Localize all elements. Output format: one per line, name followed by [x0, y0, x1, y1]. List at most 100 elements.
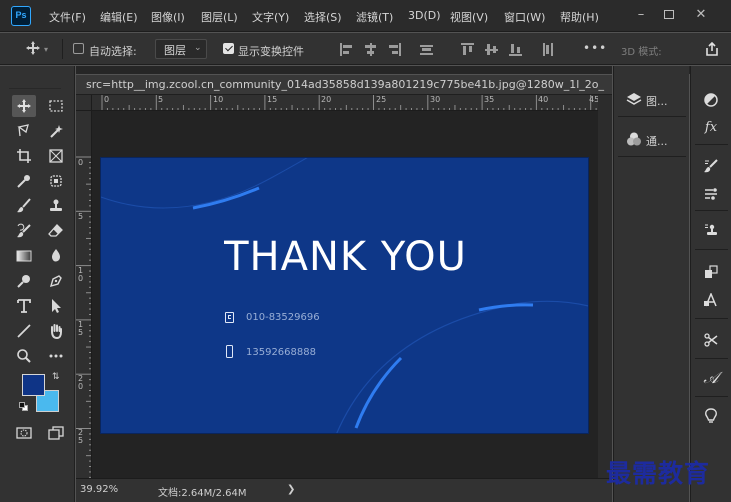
dodge-tool-icon[interactable] — [12, 270, 36, 292]
menu-3d[interactable]: 3D(D) — [408, 9, 441, 22]
divider — [618, 116, 686, 117]
share-icon[interactable] — [704, 41, 720, 57]
vertical-ruler[interactable]: 0 5 1 0 1 5 2 0 2 5 — [76, 111, 92, 478]
align-top-icon[interactable] — [461, 43, 474, 56]
photoshop-logo[interactable]: Ps — [11, 6, 31, 26]
hand-tool-icon[interactable] — [44, 320, 68, 342]
menu-file[interactable]: 文件(F) — [49, 9, 86, 25]
document-strip — [76, 66, 612, 74]
blur-tool-icon[interactable] — [44, 245, 68, 267]
line-tool-icon[interactable] — [12, 320, 36, 342]
show-transform-checkbox[interactable] — [223, 43, 234, 54]
auto-select-label: 自动选择: — [89, 45, 137, 58]
menu-edit[interactable]: 编辑(E) — [100, 9, 138, 25]
zoom-level[interactable]: 39.92% — [80, 484, 118, 495]
ruler-tick-label: 1 5 — [78, 320, 84, 337]
lasso-tool-icon[interactable] — [12, 120, 36, 142]
document-tab[interactable]: src=http__img.zcool.cn_community_014ad35… — [76, 75, 612, 95]
swap-colors-icon[interactable]: ⇅ — [52, 372, 60, 382]
channels-panel-button[interactable]: 通... — [622, 126, 686, 154]
thank-you-heading: THANK YOU — [224, 234, 467, 280]
distribute-horizontal-icon[interactable] — [541, 43, 554, 56]
brush-settings-icon[interactable] — [699, 154, 723, 178]
screen-mode-icon[interactable] — [44, 422, 68, 444]
menu-filter[interactable]: 滤镜(T) — [356, 9, 393, 25]
align-bottom-icon[interactable] — [509, 43, 522, 56]
show-transform-label: 显示变换控件 — [238, 45, 304, 58]
menu-type[interactable]: 文字(Y) — [252, 9, 289, 25]
zoom-tool-icon[interactable] — [12, 345, 36, 367]
align-left-icon[interactable] — [340, 43, 353, 56]
3d-mode-label: 3D 模式: — [621, 47, 662, 58]
close-icon[interactable]: ✕ — [690, 5, 712, 25]
edit-toolbar-icon[interactable] — [44, 345, 68, 367]
eyedropper-tool-icon[interactable] — [12, 170, 36, 192]
spot-healing-tool-icon[interactable] — [44, 170, 68, 192]
panel-icon-strip: fx 𝒜 — [690, 66, 731, 502]
canvas-workspace[interactable]: THANK YOU 010-83529696 13592668888 — [92, 111, 598, 478]
layer-target-value: 图层 — [164, 44, 186, 57]
frame-tool-icon[interactable] — [44, 145, 68, 167]
align-right-icon[interactable] — [388, 43, 401, 56]
watermark-logo: 最需教育 — [606, 459, 711, 488]
character-styles-icon[interactable] — [699, 260, 723, 284]
menu-help[interactable]: 帮助(H) — [560, 9, 599, 25]
distribute-vertical-icon[interactable] — [420, 43, 433, 56]
move-tool-icon[interactable] — [12, 95, 36, 117]
quick-selection-tool-icon[interactable] — [44, 120, 68, 142]
eraser-tool-icon[interactable] — [44, 220, 68, 242]
minimize-icon[interactable]: – — [630, 5, 652, 25]
ruler-tick-label: 20 — [321, 95, 332, 104]
menu-view[interactable]: 视图(V) — [450, 9, 488, 25]
clone-stamp-tool-icon[interactable] — [44, 195, 68, 217]
align-horizontal-center-icon[interactable] — [364, 43, 377, 56]
ruler-tick-label: 45 — [589, 95, 598, 104]
foreground-color-swatch[interactable] — [22, 374, 45, 396]
restore-icon[interactable] — [658, 5, 680, 25]
menu-image[interactable]: 图像(I) — [151, 9, 185, 25]
layers-panel-button[interactable]: 图... — [622, 86, 686, 114]
status-menu-arrow-icon[interactable]: ❯ — [287, 484, 295, 495]
default-colors-icon[interactable] — [19, 402, 28, 411]
quick-mask-icon[interactable] — [12, 422, 36, 444]
path-selection-tool-icon[interactable] — [44, 295, 68, 317]
auto-select-checkbox[interactable] — [73, 43, 84, 54]
ruler-tick-label: 25 — [376, 95, 387, 104]
menu-select[interactable]: 选择(S) — [304, 9, 342, 25]
brush-presets-icon[interactable] — [699, 182, 723, 206]
divider — [62, 39, 63, 59]
channels-panel-label: 通... — [646, 135, 668, 148]
type-tool-icon[interactable] — [12, 295, 36, 317]
learn-lightbulb-icon[interactable] — [699, 404, 723, 428]
crop-tool-icon[interactable] — [12, 145, 36, 167]
divider — [618, 156, 686, 157]
glyphs-icon[interactable]: 𝒜 — [699, 366, 723, 390]
auto-select-target-dropdown[interactable]: 图层 ⌄ — [155, 39, 207, 59]
menu-window[interactable]: 窗口(W) — [504, 9, 545, 25]
ruler-tick-label: 10 — [213, 95, 224, 104]
styles-fx-icon[interactable]: fx — [699, 116, 723, 140]
pen-tool-icon[interactable] — [44, 270, 68, 292]
move-tool-preset-icon[interactable] — [25, 40, 41, 56]
vertical-scrollbar[interactable] — [598, 95, 612, 478]
menu-layer[interactable]: 图层(L) — [201, 9, 238, 25]
paragraph-styles-icon[interactable] — [699, 288, 723, 312]
gradient-tool-icon[interactable] — [12, 245, 36, 267]
ruler-tick-label: 0 — [104, 95, 110, 104]
marquee-tool-icon[interactable] — [44, 95, 68, 117]
align-vertical-center-icon[interactable] — [485, 43, 498, 56]
tools-panel: ⇅ — [0, 66, 75, 502]
divider — [695, 144, 728, 145]
clone-source-icon[interactable] — [699, 219, 723, 243]
mobile-icon — [226, 345, 233, 358]
tool-presets-icon[interactable] — [699, 328, 723, 352]
brush-tool-icon[interactable] — [12, 195, 36, 217]
history-brush-tool-icon[interactable] — [12, 220, 36, 242]
preset-dropdown-icon[interactable]: ▾ — [44, 45, 48, 54]
adjustments-icon[interactable] — [699, 88, 723, 112]
more-options-button[interactable]: ••• — [583, 41, 607, 55]
ruler-origin[interactable] — [76, 95, 92, 111]
horizontal-ruler[interactable]: 0 5 10 15 20 25 30 35 40 45 — [92, 95, 598, 111]
channels-icon — [627, 132, 641, 146]
document-canvas[interactable]: THANK YOU 010-83529696 13592668888 — [100, 157, 589, 434]
